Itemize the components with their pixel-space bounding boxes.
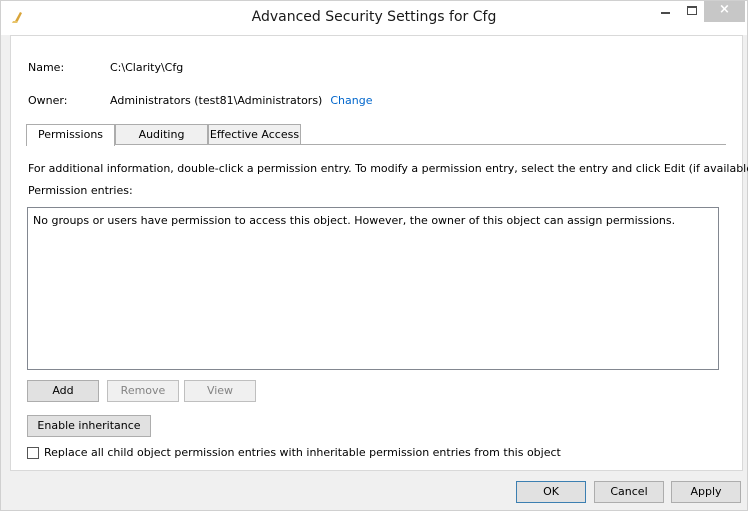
maximize-icon (687, 6, 697, 15)
tab-auditing[interactable]: Auditing (115, 124, 208, 145)
view-button[interactable]: View (184, 380, 256, 402)
permissions-description: For additional information, double-click… (28, 162, 748, 175)
owner-label: Owner: (28, 94, 68, 107)
title-bar[interactable]: Advanced Security Settings for Cfg × (1, 1, 747, 35)
name-label: Name: (28, 61, 65, 74)
permission-entries-list[interactable]: No groups or users have permission to ac… (27, 207, 719, 370)
name-value: C:\Clarity\Cfg (110, 61, 184, 74)
remove-button[interactable]: Remove (107, 380, 179, 402)
ok-button[interactable]: OK (516, 481, 586, 503)
maximize-button[interactable] (679, 1, 705, 22)
security-settings-window: Advanced Security Settings for Cfg × Nam… (0, 0, 748, 511)
settings-panel: Name: C:\Clarity\Cfg Owner: Administrato… (10, 35, 748, 471)
replace-child-permissions-label: Replace all child object permission entr… (44, 446, 561, 459)
minimize-button[interactable] (652, 1, 678, 22)
close-button[interactable]: × (704, 1, 745, 22)
change-owner-link[interactable]: Change (330, 94, 372, 107)
owner-value: Administrators (test81\Administrators) (110, 94, 323, 107)
tab-divider (26, 144, 726, 145)
replace-child-permissions-checkbox[interactable] (27, 447, 39, 459)
window-title: Advanced Security Settings for Cfg (251, 9, 497, 25)
minimize-icon (661, 12, 670, 14)
tab-effective-access[interactable]: Effective Access (208, 124, 301, 145)
enable-inheritance-button[interactable]: Enable inheritance (27, 415, 151, 437)
close-icon: × (719, 2, 730, 17)
add-button[interactable]: Add (27, 380, 99, 402)
owner-value-wrap: Administrators (test81\Administrators) Ch… (110, 94, 372, 108)
tab-permissions[interactable]: Permissions (26, 124, 115, 146)
entries-empty-message: No groups or users have permission to ac… (33, 214, 676, 227)
permission-entries-label: Permission entries: (28, 184, 133, 197)
apply-button[interactable]: Apply (671, 481, 741, 503)
cancel-button[interactable]: Cancel (594, 481, 664, 503)
